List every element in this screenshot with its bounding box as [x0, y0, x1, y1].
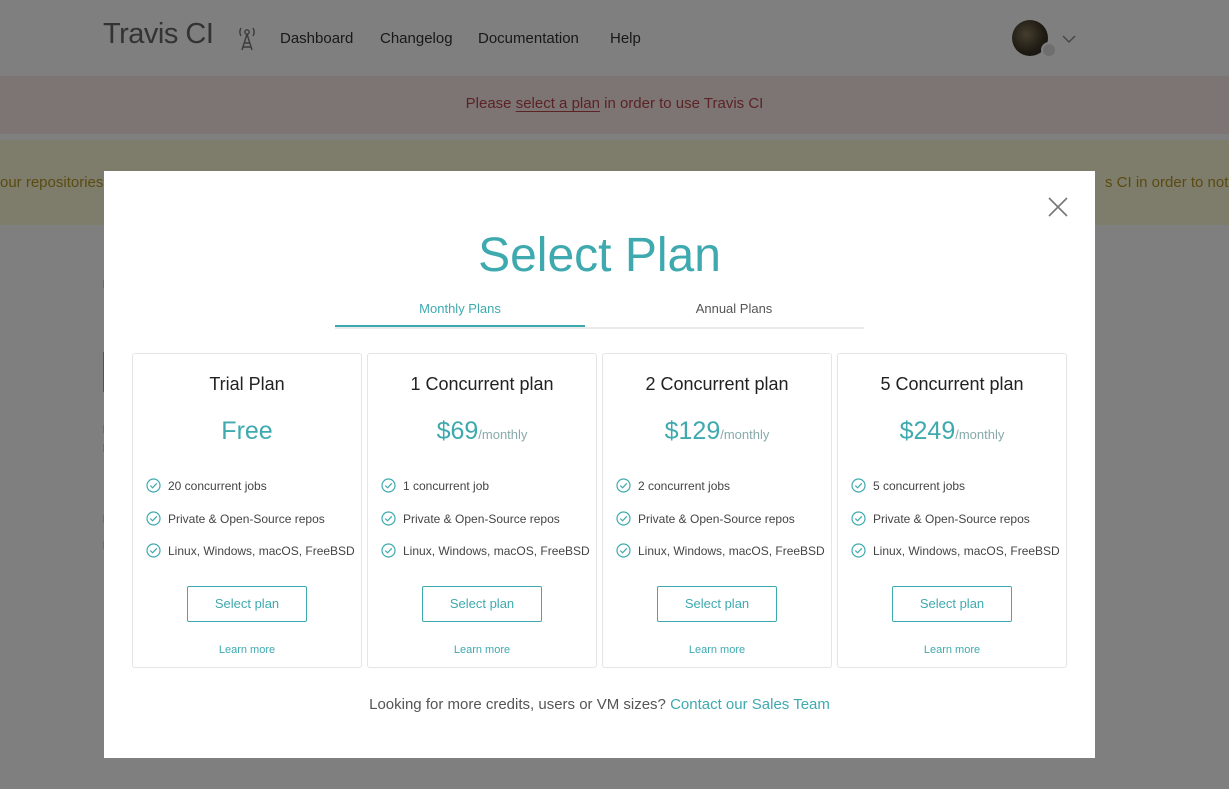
plan-name: Trial Plan: [209, 374, 285, 394]
learn-more-link[interactable]: Learn more: [838, 644, 1066, 656]
feature-text: Linux, Windows, macOS, FreeBSD: [403, 543, 590, 558]
plan-card-2-concurrent: 2 Concurrent plan $129/monthly 2 concurr…: [602, 353, 832, 668]
price-amount: $249: [899, 417, 956, 445]
footer-text: Looking for more credits, users or VM si…: [369, 696, 671, 713]
check-circle-icon: [616, 543, 631, 558]
feature-text: 20 concurrent jobs: [168, 478, 267, 493]
select-plan-button[interactable]: Select plan: [422, 586, 542, 622]
modal-title: Select Plan: [478, 229, 721, 282]
learn-more-link[interactable]: Learn more: [133, 644, 361, 656]
price-amount: Free: [221, 417, 273, 445]
plan-feature: Linux, Windows, macOS, FreeBSD: [616, 543, 825, 558]
learn-more-link[interactable]: Learn more: [368, 644, 596, 656]
select-plan-modal: Select Plan Monthly Plans Annual Plans T…: [104, 171, 1095, 758]
plan-price: $129/monthly: [603, 417, 831, 446]
price-amount: $129: [664, 417, 721, 445]
feature-text: Linux, Windows, macOS, FreeBSD: [168, 543, 355, 558]
plan-feature: Linux, Windows, macOS, FreeBSD: [381, 543, 590, 558]
price-period: /monthly: [720, 427, 770, 442]
plan-price: Free: [133, 417, 361, 446]
plan-card-5-concurrent: 5 Concurrent plan $249/monthly 5 concurr…: [837, 353, 1067, 668]
check-circle-icon: [851, 511, 866, 526]
check-circle-icon: [146, 543, 161, 558]
plan-feature: 20 concurrent jobs: [146, 478, 267, 493]
plan-feature: Linux, Windows, macOS, FreeBSD: [146, 543, 355, 558]
feature-text: Linux, Windows, macOS, FreeBSD: [873, 543, 1060, 558]
plan-name: 2 Concurrent plan: [645, 374, 789, 394]
plan-feature: Private & Open-Source repos: [146, 511, 325, 526]
check-circle-icon: [851, 478, 866, 493]
feature-text: Private & Open-Source repos: [873, 511, 1030, 526]
feature-text: 5 concurrent jobs: [873, 478, 966, 493]
tab-annual-plans[interactable]: Annual Plans: [609, 301, 859, 316]
plan-feature: Private & Open-Source repos: [851, 511, 1030, 526]
plan-price: $249/monthly: [838, 417, 1066, 446]
price-period: /monthly: [955, 427, 1005, 442]
plan-name: 1 Concurrent plan: [410, 374, 554, 394]
check-circle-icon: [381, 543, 396, 558]
price-amount: $69: [436, 417, 479, 445]
plan-feature: 2 concurrent jobs: [616, 478, 730, 493]
tab-monthly-plans[interactable]: Monthly Plans: [335, 301, 585, 316]
check-circle-icon: [851, 543, 866, 558]
select-plan-button[interactable]: Select plan: [187, 586, 307, 622]
close-icon[interactable]: [1047, 196, 1069, 218]
active-tab-indicator: [335, 325, 585, 327]
check-circle-icon: [381, 511, 396, 526]
feature-text: 2 concurrent jobs: [638, 478, 731, 493]
feature-text: Private & Open-Source repos: [168, 511, 325, 526]
plan-feature: 5 concurrent jobs: [851, 478, 965, 493]
plan-feature: Private & Open-Source repos: [616, 511, 795, 526]
select-plan-button[interactable]: Select plan: [892, 586, 1012, 622]
check-circle-icon: [616, 511, 631, 526]
contact-sales-link[interactable]: Contact our Sales Team: [670, 696, 830, 713]
sales-contact-line: Looking for more credits, users or VM si…: [104, 696, 1095, 713]
check-circle-icon: [146, 511, 161, 526]
check-circle-icon: [616, 478, 631, 493]
plan-feature: 1 concurrent job: [381, 478, 489, 493]
plan-feature: Linux, Windows, macOS, FreeBSD: [851, 543, 1060, 558]
price-period: /monthly: [478, 427, 528, 442]
plan-feature: Private & Open-Source repos: [381, 511, 560, 526]
feature-text: 1 concurrent job: [403, 478, 490, 493]
check-circle-icon: [381, 478, 396, 493]
feature-text: Private & Open-Source repos: [638, 511, 795, 526]
plan-card-1-concurrent: 1 Concurrent plan $69/monthly 1 concurre…: [367, 353, 597, 668]
learn-more-link[interactable]: Learn more: [603, 644, 831, 656]
select-plan-button[interactable]: Select plan: [657, 586, 777, 622]
feature-text: Linux, Windows, macOS, FreeBSD: [638, 543, 825, 558]
plan-price: $69/monthly: [368, 417, 596, 446]
check-circle-icon: [146, 478, 161, 493]
plan-period-tabs: Monthly Plans Annual Plans: [335, 297, 864, 329]
plan-card-trial: Trial Plan Free 20 concurrent jobs Priva…: [132, 353, 362, 668]
plan-name: 5 Concurrent plan: [880, 374, 1024, 394]
feature-text: Private & Open-Source repos: [403, 511, 560, 526]
